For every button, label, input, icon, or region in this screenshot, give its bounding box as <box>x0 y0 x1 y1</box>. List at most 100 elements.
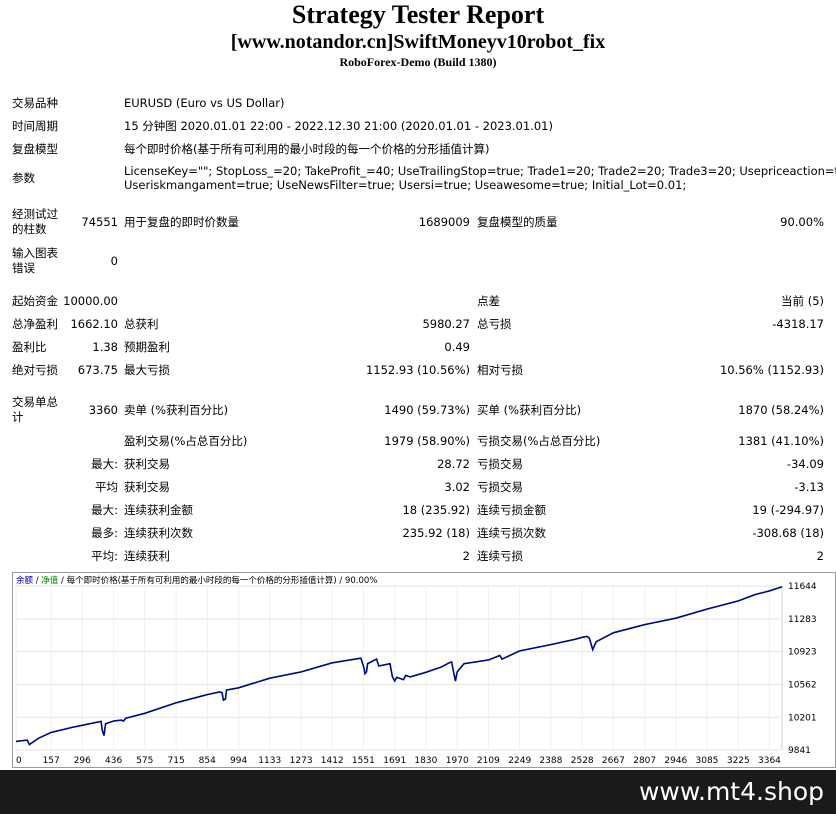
gross-loss-value: -4318.17 <box>772 317 824 331</box>
avg-cons-losses-value: 2 <box>816 549 824 563</box>
x-tick-label: 1273 <box>290 756 313 766</box>
y-tick-label: 10923 <box>788 648 817 658</box>
rel-drawdown-value: 10.56% (1152.93) <box>719 363 824 377</box>
cons-wins-amount-label: 连续获利金额 <box>124 503 193 517</box>
legend-balance: 余额 <box>16 575 34 586</box>
x-tick-label: 2109 <box>477 756 500 766</box>
avg-cons-losses-label: 连续亏损 <box>477 549 523 563</box>
cons-loss-value: -308.68 (18) <box>752 526 824 540</box>
chart-legend: 余额 / 净值 / 每个即时价格(基于所有可利用的最小时段的每一个价格的分形插值… <box>16 575 377 586</box>
largest-loss-value: -34.09 <box>786 457 824 471</box>
rel-drawdown-label: 相对亏损 <box>477 363 523 377</box>
profit-trades-value: 1979 (58.90%) <box>384 434 470 448</box>
x-tick-label: 2946 <box>664 756 687 766</box>
x-tick-label: 2667 <box>602 756 625 766</box>
x-tick-label: 1551 <box>352 756 375 766</box>
net-profit-label: 总净盈利 <box>12 317 58 331</box>
max-drawdown-value: 1152.93 (10.56%) <box>365 363 470 377</box>
x-tick-label: 854 <box>199 756 216 766</box>
ticks-value: 1689009 <box>418 215 470 229</box>
loss-trades-label: 亏损交易(%占总百分比) <box>477 434 601 448</box>
max-drawdown-label: 最大亏损 <box>124 363 170 377</box>
avg-cons-wins-label: 连续获利 <box>124 549 170 563</box>
cons-losses-amount-label: 连续亏损金额 <box>477 503 546 517</box>
bars-label: 经测试过的柱数 <box>12 207 58 236</box>
errors-label: 输入图表错误 <box>12 246 58 275</box>
expected-payoff-label: 预期盈利 <box>124 340 170 354</box>
gross-profit-label: 总获利 <box>124 317 159 331</box>
avg-loss-label: 亏损交易 <box>477 480 523 494</box>
legend-model-text: / 每个即时价格(基于所有可利用的最小时段的每一个价格的分形插值计算) / 90… <box>58 575 377 586</box>
bars-value: 74551 <box>81 215 118 229</box>
profit-factor-label: 盈利比 <box>12 340 47 354</box>
x-tick-label: 1830 <box>414 756 437 766</box>
largest-profit-value: 28.72 <box>437 457 470 471</box>
period-label: 时间周期 <box>12 119 58 133</box>
avg-loss-value: -3.13 <box>794 480 824 494</box>
period-value: 15 分钟图 2020.01.01 22:00 - 2022.12.30 21:… <box>124 119 553 133</box>
x-tick-label: 1691 <box>383 756 406 766</box>
average-prefix: 平均 <box>95 480 118 494</box>
x-tick-label: 1133 <box>258 756 281 766</box>
x-tick-label: 296 <box>74 756 91 766</box>
errors-value: 0 <box>110 254 118 268</box>
largest-profit-label: 获利交易 <box>124 457 170 471</box>
model-value: 每个即时价格(基于所有可利用的最小时段的每一个价格的分形插值计算) <box>124 142 490 156</box>
params-line-1: LicenseKey=""; StopLoss_=20; TakeProfit_… <box>124 164 836 178</box>
avg-profit-value: 3.02 <box>444 480 470 494</box>
symbol-value: EURUSD (Euro vs US Dollar) <box>124 96 285 110</box>
abs-drawdown-label: 绝对亏损 <box>12 363 58 377</box>
cons-wins-amount-value: 18 (235.92) <box>402 503 470 517</box>
most-prefix: 最多: <box>91 526 118 540</box>
cons-losses-amount-value: 19 (-294.97) <box>752 503 824 517</box>
x-tick-label: 994 <box>230 756 247 766</box>
model-label: 复盘模型 <box>12 142 58 156</box>
max-consecutive-prefix: 最大: <box>91 503 118 517</box>
profit-factor-value: 1.38 <box>92 340 118 354</box>
cons-profit-value: 235.92 (18) <box>402 526 470 540</box>
spread-value: 当前 (5) <box>781 294 824 308</box>
x-tick-label: 1412 <box>321 756 344 766</box>
largest-loss-label: 亏损交易 <box>477 457 523 471</box>
chart-frame <box>12 572 836 768</box>
deposit-label: 起始资金 <box>12 294 58 308</box>
y-tick-label: 10201 <box>788 713 817 723</box>
params-line-2: Useriskmangament=true; UseNewsFilter=tru… <box>124 178 687 192</box>
x-tick-label: 436 <box>105 756 122 766</box>
spread-label: 点差 <box>477 294 500 308</box>
report-server: RoboForex-Demo (Build 1380) <box>339 55 497 69</box>
largest-prefix: 最大: <box>91 457 118 471</box>
short-positions-label: 卖单 (%获利百分比) <box>124 403 229 417</box>
net-profit-value: 1662.10 <box>70 317 118 331</box>
loss-trades-value: 1381 (41.10%) <box>738 434 824 448</box>
x-tick-label: 0 <box>16 756 22 766</box>
y-tick-label: 10562 <box>788 680 817 690</box>
report-subtitle: [www.notandor.cn]SwiftMoneyv10robot_fix <box>230 31 606 53</box>
y-tick-label: 11644 <box>788 582 817 592</box>
cons-profit-label: 连续获利次数 <box>124 526 193 540</box>
params-label: 参数 <box>12 171 35 185</box>
x-tick-label: 2807 <box>633 756 656 766</box>
avg-consecutive-prefix: 平均: <box>91 549 118 563</box>
y-tick-label: 9841 <box>788 746 811 756</box>
footer-bar: www.mt4.shop <box>0 770 836 814</box>
total-trades-label: 交易单总计 <box>12 395 58 424</box>
x-tick-label: 157 <box>43 756 60 766</box>
gross-loss-label: 总亏损 <box>477 317 512 331</box>
x-tick-label: 2528 <box>571 756 594 766</box>
y-tick-label: 11283 <box>788 615 817 625</box>
x-tick-label: 3364 <box>758 756 781 766</box>
short-positions-value: 1490 (59.73%) <box>384 403 470 417</box>
legend-equity: 净值 <box>41 575 59 586</box>
report-title: Strategy Tester Report <box>291 0 545 29</box>
ticks-label: 用于复盘的即时价数量 <box>124 215 239 229</box>
cons-loss-label: 连续亏损次数 <box>477 526 546 540</box>
total-trades-value: 3360 <box>88 403 118 417</box>
x-tick-label: 715 <box>168 756 185 766</box>
abs-drawdown-value: 673.75 <box>77 363 118 377</box>
x-tick-label: 3225 <box>727 756 750 766</box>
x-tick-label: 575 <box>136 756 153 766</box>
profit-trades-label: 盈利交易(%占总百分比) <box>124 434 248 448</box>
long-positions-value: 1870 (58.24%) <box>738 403 824 417</box>
avg-cons-wins-value: 2 <box>462 549 470 563</box>
